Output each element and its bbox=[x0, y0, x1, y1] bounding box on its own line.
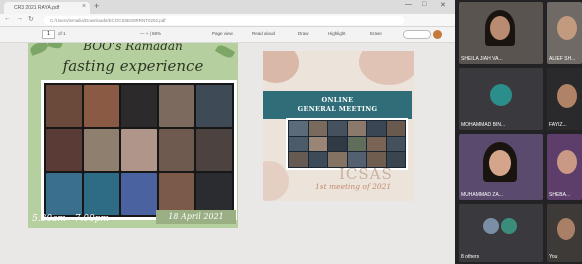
participant-photo bbox=[158, 129, 195, 171]
participant-face bbox=[557, 218, 575, 240]
tab-title: CR3 2021 RAYA.pdf bbox=[14, 5, 60, 11]
profile-avatar[interactable] bbox=[433, 30, 442, 39]
participant-name: MOHAMMAD BIN... bbox=[461, 122, 506, 128]
slide1-title-line1: BOO's Ramadan bbox=[83, 43, 183, 53]
participant-photo bbox=[196, 129, 232, 171]
participants-panel: SHEILA JIAH VA... ALIEF SH... MOHAMMAD B… bbox=[455, 0, 582, 264]
participant-photo bbox=[347, 121, 366, 136]
participant-photo bbox=[367, 136, 386, 152]
back-icon[interactable]: ← bbox=[4, 15, 11, 22]
slide2-title-line1: ONLINE bbox=[321, 96, 354, 104]
participant-photo bbox=[386, 136, 405, 152]
participant-photo bbox=[328, 136, 347, 152]
slide2-title-line2: GENERAL MEETING bbox=[297, 105, 378, 113]
participant-name: ALIEF SH... bbox=[549, 56, 576, 62]
participant-photo bbox=[83, 85, 120, 127]
participant-photo bbox=[46, 173, 82, 215]
close-window-icon[interactable]: ✕ bbox=[440, 1, 446, 9]
participant-photo bbox=[196, 173, 232, 215]
highlight-button[interactable]: Highlight bbox=[328, 31, 346, 36]
participant-photo bbox=[46, 129, 82, 171]
participant-photo bbox=[121, 173, 157, 215]
slide2-subtitle: 1st meeting of 2021 bbox=[315, 182, 392, 191]
participant-photo bbox=[328, 121, 347, 136]
participant-name: SHEBA... bbox=[549, 192, 571, 198]
draw-button[interactable]: Draw bbox=[298, 31, 309, 36]
participant-photo bbox=[289, 152, 308, 167]
participant-photo bbox=[386, 121, 405, 136]
participant-face bbox=[557, 84, 577, 108]
shared-screen: CR3 2021 RAYA.pdf × + — □ ✕ ← → ↻ C:/Use… bbox=[0, 0, 455, 264]
decorative-blob bbox=[263, 51, 299, 83]
pdf-toolbar: 1 of 1 — + | 68% Page view Read aloud Dr… bbox=[0, 27, 455, 43]
minimize-icon[interactable]: — bbox=[405, 1, 412, 8]
participant-face bbox=[489, 150, 511, 176]
participant-tile[interactable]: FAYIZ... bbox=[547, 68, 582, 130]
page-number-input[interactable]: 1 bbox=[42, 30, 55, 39]
video-collage bbox=[41, 80, 237, 220]
participant-photo bbox=[158, 85, 195, 127]
participant-photo bbox=[121, 85, 157, 127]
slide1-time: 5.30am - 7.00pm bbox=[32, 214, 110, 224]
new-tab-icon[interactable]: + bbox=[94, 1, 99, 11]
participant-photo bbox=[308, 121, 327, 136]
participant-photo bbox=[308, 152, 327, 167]
zoom-control[interactable]: — + | 68% bbox=[140, 31, 161, 36]
maximize-icon[interactable]: □ bbox=[422, 1, 426, 8]
decorative-blob bbox=[359, 51, 414, 85]
address-bar: ← → ↻ C:/Users/ismailia/Downloads/ECOCS0… bbox=[0, 14, 455, 27]
read-aloud-button[interactable]: Read aloud bbox=[252, 31, 275, 36]
slide-general-meeting: ONLINE GENERAL MEETING ICSAS 1st meeting… bbox=[263, 51, 414, 201]
participant-photo bbox=[83, 129, 120, 171]
participant-photo bbox=[121, 129, 157, 171]
browser-tab[interactable]: CR3 2021 RAYA.pdf × bbox=[4, 2, 90, 14]
participant-photo bbox=[289, 121, 308, 136]
participant-photo bbox=[367, 121, 386, 136]
slide1-date: 18 April 2021 bbox=[156, 210, 236, 224]
participant-tile[interactable]: You bbox=[547, 204, 582, 262]
participant-tile[interactable]: 8 others bbox=[459, 204, 543, 262]
participant-photo bbox=[46, 85, 82, 127]
slide1-title-line2: fasting experience bbox=[62, 57, 204, 75]
slide-ramadan: BOO's Ramadan fasting experience 5.30am … bbox=[28, 43, 238, 228]
participant-tile[interactable]: ALIEF SH... bbox=[547, 2, 582, 64]
participant-photo bbox=[196, 85, 232, 127]
teal-avatar-icon bbox=[490, 84, 512, 106]
participant-name: FAYIZ... bbox=[549, 122, 567, 128]
search-input[interactable] bbox=[403, 30, 431, 39]
participant-photo bbox=[158, 173, 195, 215]
participant-photo bbox=[347, 136, 366, 152]
participant-face bbox=[557, 16, 577, 40]
participant-name: SHEILA JIAH VA... bbox=[461, 56, 503, 62]
url-field[interactable]: C:/Users/ismailia/Downloads/ECOCS0ES0RRN… bbox=[44, 16, 404, 25]
group-avatar-icon bbox=[483, 218, 499, 234]
participant-photo bbox=[308, 136, 327, 152]
meeting-screenshot bbox=[286, 118, 408, 170]
participant-name: MUHAMMAD ZA... bbox=[461, 192, 503, 198]
meeting-banner: ONLINE GENERAL MEETING bbox=[263, 91, 412, 119]
browser-tab-bar: CR3 2021 RAYA.pdf × + — □ ✕ bbox=[0, 0, 455, 14]
tab-close-icon[interactable]: × bbox=[82, 3, 86, 10]
group-avatar-icon bbox=[501, 218, 517, 234]
participant-face bbox=[490, 16, 510, 40]
participant-tile[interactable]: MOHAMMAD BIN... bbox=[459, 68, 543, 130]
erase-button[interactable]: Erase bbox=[370, 31, 382, 36]
participant-name: You bbox=[549, 254, 558, 260]
forward-icon[interactable]: → bbox=[16, 15, 23, 22]
participant-name: 8 others bbox=[461, 254, 480, 260]
participant-photo bbox=[83, 173, 120, 215]
participant-face bbox=[557, 150, 577, 174]
refresh-icon[interactable]: ↻ bbox=[28, 15, 34, 23]
page-total: of 1 bbox=[58, 31, 66, 36]
participant-photo bbox=[289, 136, 308, 152]
participant-tile[interactable]: MUHAMMAD ZA... bbox=[459, 134, 543, 200]
participant-tile[interactable]: SHEILA JIAH VA... bbox=[459, 2, 543, 64]
slide2-brand: ICSAS bbox=[339, 165, 393, 183]
participant-tile[interactable]: SHEBA... bbox=[547, 134, 582, 200]
page-view-button[interactable]: Page view bbox=[212, 31, 233, 36]
